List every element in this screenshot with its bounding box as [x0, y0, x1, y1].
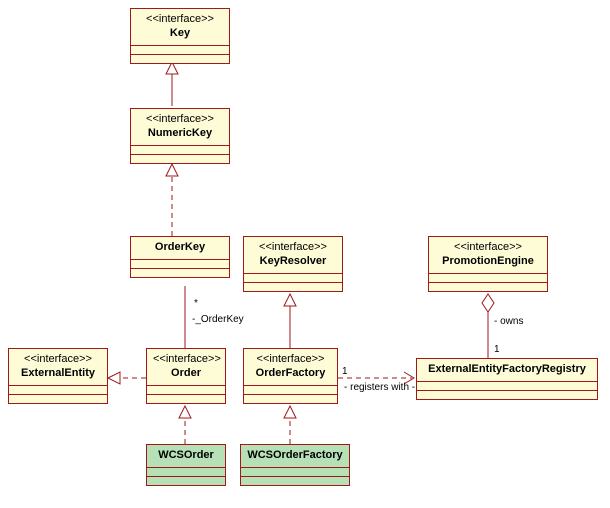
edge-role-owns: - owns [494, 316, 523, 327]
class-promotionengine: <<interface>> PromotionEngine [428, 236, 548, 292]
stereotype: <<interface>> [153, 353, 219, 367]
class-keyresolver: <<interface>> KeyResolver [243, 236, 343, 292]
class-wcsorder: WCSOrder [146, 444, 226, 486]
stereotype: <<interface>> [435, 241, 541, 255]
class-name: WCSOrder [153, 449, 219, 463]
edge-role-orderkey: -_OrderKey [192, 314, 244, 325]
class-name: OrderFactory [250, 367, 331, 381]
class-numerickey: <<interface>> NumericKey [130, 108, 230, 164]
class-name: WCSOrderFactory [247, 449, 343, 463]
class-name: KeyResolver [250, 255, 336, 269]
class-name: PromotionEngine [435, 255, 541, 269]
edge-mult-registers: 1 [342, 366, 348, 377]
edge-role-registers: - registers with - [344, 382, 415, 393]
class-order: <<interface>> Order [146, 348, 226, 404]
stereotype: <<interface>> [137, 113, 223, 127]
stereotype: <<interface>> [137, 13, 223, 27]
class-key: <<interface>> Key [130, 8, 230, 64]
class-orderkey: OrderKey [130, 236, 230, 278]
edge-mult-orderkey: * [194, 298, 198, 309]
stereotype: <<interface>> [250, 353, 331, 367]
class-externalentity: <<interface>> ExternalEntity [8, 348, 108, 404]
class-name: ExternalEntityFactoryRegistry [423, 363, 591, 377]
class-name: OrderKey [137, 241, 223, 255]
class-name: NumericKey [137, 127, 223, 141]
class-orderfactory: <<interface>> OrderFactory [243, 348, 338, 404]
stereotype: <<interface>> [15, 353, 101, 367]
class-name: ExternalEntity [15, 367, 101, 381]
class-name: Order [153, 367, 219, 381]
class-wcsorderfactory: WCSOrderFactory [240, 444, 350, 486]
class-eefregistry: ExternalEntityFactoryRegistry [416, 358, 598, 400]
stereotype: <<interface>> [250, 241, 336, 255]
edge-mult-owns: 1 [494, 344, 500, 355]
class-name: Key [137, 27, 223, 41]
